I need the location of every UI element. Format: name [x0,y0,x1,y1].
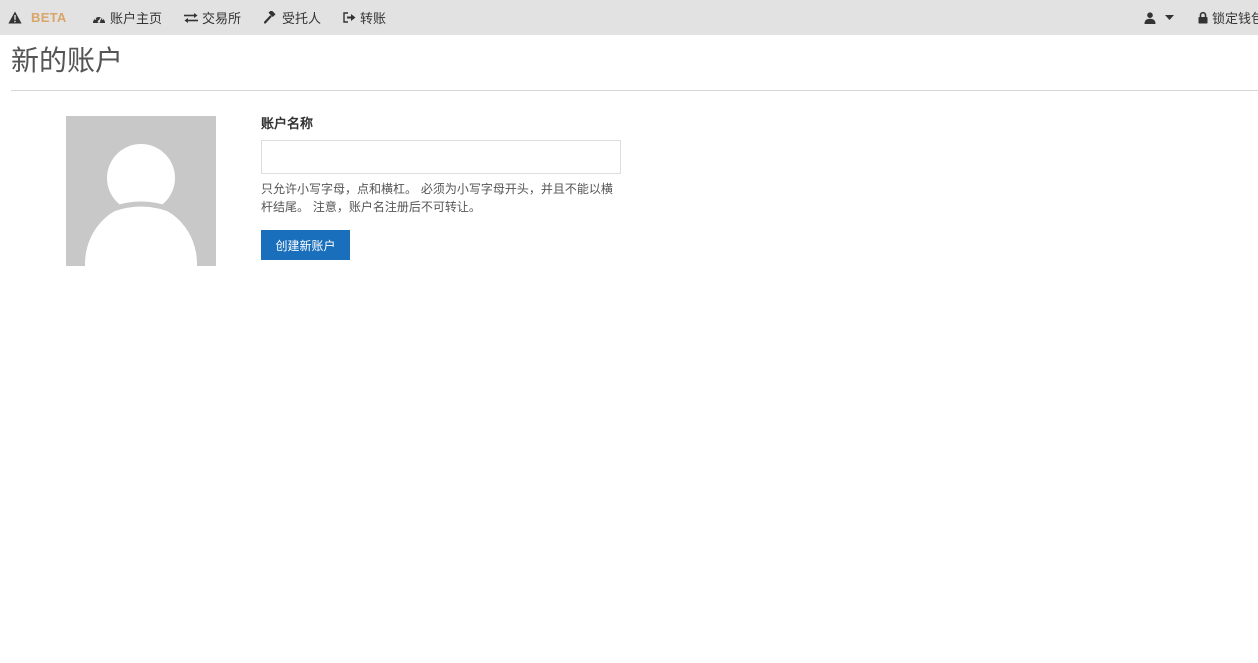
title-divider [11,90,1258,91]
account-name-help-text: 只允许小写字母，点和横杠。 必须为小写字母开头，并且不能以横杆结尾。 注意，账户… [261,182,613,214]
create-account-button[interactable]: 创建新账户 [261,230,350,260]
caret-down-icon [1165,15,1174,20]
user-icon [1144,11,1156,24]
user-menu-dropdown[interactable] [1144,0,1174,35]
lock-wallet-label: 锁定钱包 [1212,12,1258,27]
avatar-placeholder [66,116,216,266]
nav-item-dashboard[interactable]: 账户主页 [92,0,162,35]
exchange-icon [184,12,198,23]
page-title: 新的账户 [11,44,124,77]
user-silhouette-icon [85,144,197,266]
nav-item-label: 交易所 [202,12,242,27]
lock-icon [1198,11,1208,23]
nav-item-witnesses[interactable]: 受托人 [264,0,321,35]
account-name-label: 账户名称 [261,117,314,132]
account-name-input[interactable] [261,140,621,174]
nav-item-exchange[interactable]: 交易所 [184,0,241,35]
beta-badge: BETA [8,0,67,35]
nav-item-transfer[interactable]: 转账 [343,0,386,35]
beta-label: BETA [31,10,67,25]
gavel-icon [264,11,276,24]
lock-wallet-button[interactable]: 锁定钱包 [1198,0,1258,35]
nav-item-label: 账户主页 [110,12,163,27]
warning-icon [8,11,22,24]
transfer-icon [343,12,356,23]
top-navbar: BETA 账户主页 交易所 受托人 转账 锁定钱包 [0,0,1258,35]
dashboard-icon [93,13,105,23]
nav-item-label: 转账 [360,12,387,27]
nav-item-label: 受托人 [282,12,322,27]
